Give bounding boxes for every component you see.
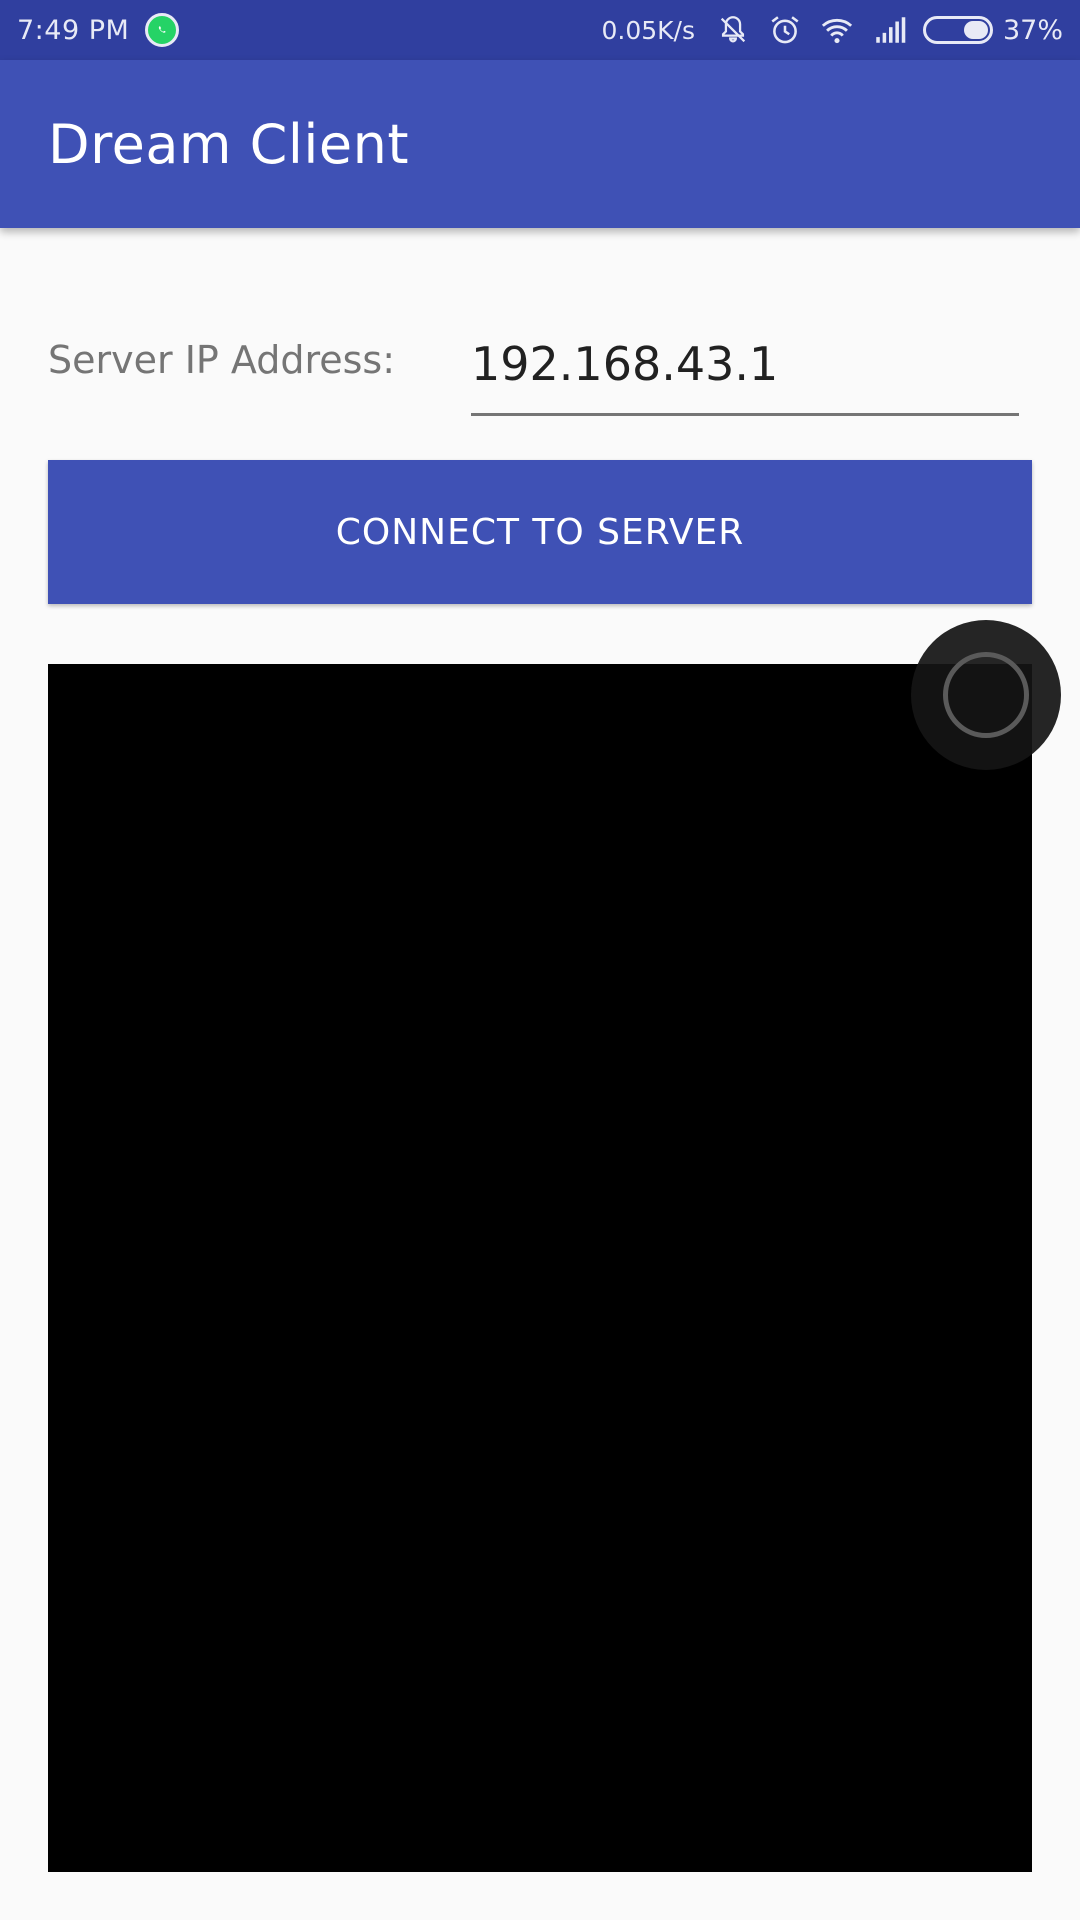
app-bar: Dream Client: [0, 60, 1080, 228]
stream-display: [48, 664, 1032, 1872]
battery-fill: [964, 21, 988, 39]
server-ip-label: Server IP Address:: [48, 338, 396, 382]
alarm-icon: [767, 12, 803, 48]
floating-assistive-button[interactable]: [911, 620, 1061, 770]
app-screen: 7:49 PM 0.05K/s 37% Dream Client Server …: [0, 0, 1080, 1920]
connect-button[interactable]: CONNECT TO SERVER: [48, 460, 1032, 604]
server-ip-input[interactable]: [471, 330, 1019, 416]
whatsapp-icon: [145, 13, 180, 47]
app-title: Dream Client: [48, 112, 410, 176]
battery-icon: [922, 16, 993, 44]
floating-ring-icon: [943, 652, 1029, 738]
battery-percent: 37%: [1002, 14, 1063, 46]
signal-icon: [871, 12, 907, 48]
status-bar-left: 7:49 PM: [17, 0, 180, 60]
network-speed: 0.05K/s: [601, 15, 695, 45]
vibrate-off-icon: [715, 12, 751, 48]
wifi-icon: [819, 12, 855, 48]
status-time: 7:49 PM: [17, 14, 130, 46]
status-bar-right: 0.05K/s 37%: [601, 0, 1063, 60]
status-bar: 7:49 PM 0.05K/s 37%: [0, 0, 1080, 60]
